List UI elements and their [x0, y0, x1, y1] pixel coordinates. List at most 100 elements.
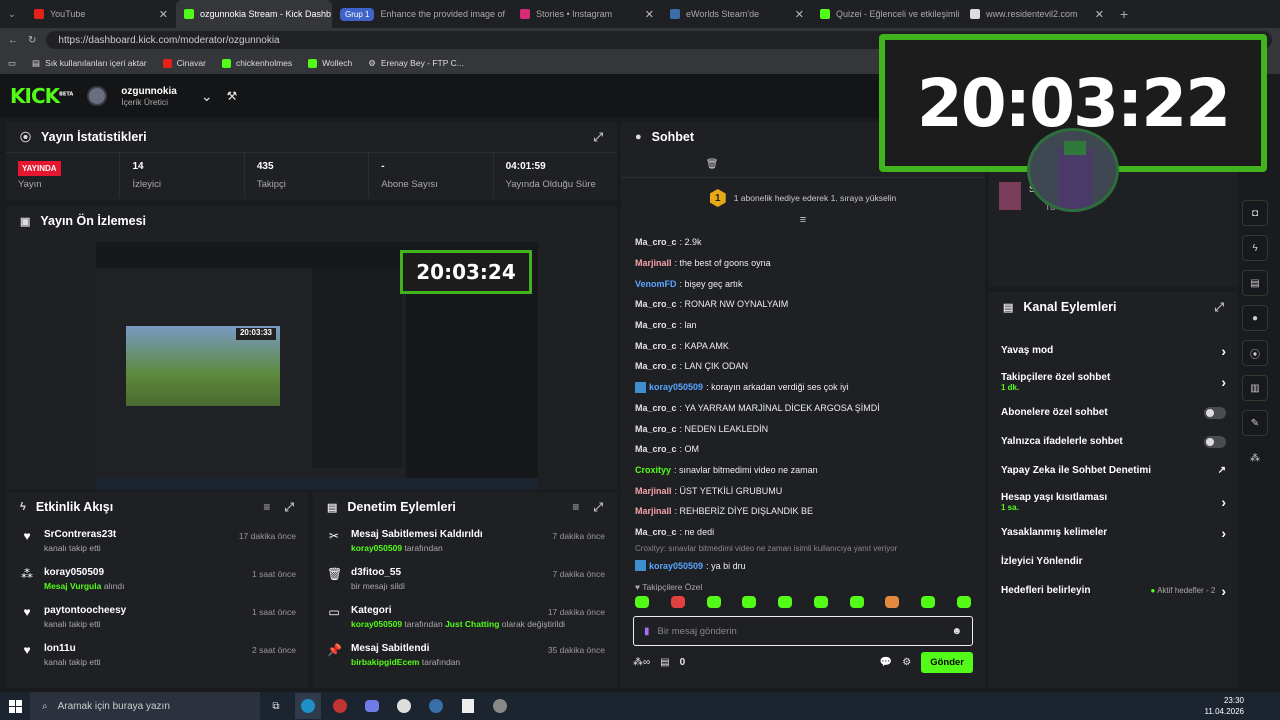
chat-message[interactable]: Ma_cro_c: ne dedi — [621, 522, 985, 543]
chat-username[interactable]: Ma_cro_c — [635, 527, 677, 537]
chat-username[interactable]: Marjinall — [635, 258, 672, 268]
action-emotes-only[interactable]: Yalnızca ifadelerle sohbet — [989, 427, 1238, 456]
emote-icon[interactable] — [813, 596, 828, 608]
back-icon[interactable]: ← — [8, 35, 18, 46]
bookmark-wollech[interactable]: Wollech — [308, 58, 352, 68]
stream-preview[interactable]: 20:03:33 20:03:24 — [96, 242, 538, 490]
chat-bubble-icon[interactable]: 💬 — [880, 657, 892, 668]
gift-notice[interactable]: 1 1 abonelik hediye ederek 1. sıraya yük… — [621, 182, 985, 214]
system-clock[interactable]: 23:30 11.04.2026 — [1205, 695, 1244, 717]
tab-instagram[interactable]: Stories • Instagram ✕ — [512, 0, 662, 28]
tab-youtube[interactable]: YouTube ✕ — [26, 0, 176, 28]
reload-icon[interactable]: ↻ — [28, 35, 36, 46]
chat-message[interactable]: Ma_cro_c: 2.9k — [621, 232, 985, 253]
channel-avatar[interactable] — [87, 86, 108, 106]
steam-icon[interactable] — [423, 693, 449, 719]
chat-username[interactable]: koray050509 — [649, 382, 703, 392]
chat-message[interactable]: Ma_cro_c: RONAR NW OYNALYAIM — [621, 294, 985, 315]
popout-icon[interactable]: ⤢ — [1214, 300, 1224, 315]
gear-icon[interactable]: ⚙ — [902, 657, 911, 668]
emote-icon[interactable] — [956, 596, 971, 608]
tab-residentevil[interactable]: www.residentevil2.com ✕ — [962, 0, 1112, 28]
popout-icon[interactable]: ⤢ — [284, 500, 294, 515]
emote-icon[interactable] — [921, 596, 936, 608]
chat-input[interactable]: ▮ Bir mesaj gönderin ☻ — [633, 616, 973, 646]
chat-username[interactable]: Ma_cro_c — [635, 403, 677, 413]
reply-reference[interactable]: Croxityy: sınavlar bitmedimi video ne za… — [621, 542, 985, 555]
action-slow-mode[interactable]: Yavaş mod › — [989, 336, 1238, 365]
chat-username[interactable]: Marjinall — [635, 506, 672, 516]
user-thumb[interactable] — [999, 182, 1021, 210]
chat-message[interactable]: Ma_cro_c: OM — [621, 439, 985, 460]
bolt-icon[interactable]: ϟ — [1242, 235, 1268, 261]
chat-username[interactable]: Croxityy — [635, 465, 671, 475]
close-icon[interactable]: ✕ — [795, 8, 804, 21]
sliders-icon[interactable]: ▥ — [1242, 375, 1268, 401]
action-account-age[interactable]: Hesap yaşı kısıtlaması 1 sa. › — [989, 485, 1238, 518]
app-icon[interactable] — [327, 693, 353, 719]
toggle-switch[interactable] — [1204, 406, 1226, 419]
action-subs-only[interactable]: Abonelere özel sohbet — [989, 398, 1238, 427]
tab-list-button[interactable]: ⌄ — [0, 0, 26, 28]
chat-username[interactable]: Ma_cro_c — [635, 320, 677, 330]
bookmark-cinavar[interactable]: Cinavar — [162, 58, 206, 68]
chat-username[interactable]: Ma_cro_c — [635, 237, 677, 247]
chat-username[interactable]: koray050509 — [649, 561, 703, 571]
chat-username[interactable]: Marjinall — [635, 486, 672, 496]
chat-message[interactable]: Ma_cro_c: NEDEN LEAKLEDİN — [621, 418, 985, 439]
chat-username[interactable]: Ma_cro_c — [635, 444, 677, 454]
tab-group-badge[interactable]: Grup 1 — [340, 7, 375, 21]
filter-icon[interactable]: ≡ — [263, 500, 270, 515]
modlog-user[interactable]: koray050509 — [351, 619, 402, 629]
popout-icon[interactable]: ⤢ — [593, 500, 603, 515]
trash-icon[interactable]: 🗑 — [706, 159, 719, 170]
hammer-icon[interactable]: ⚒ — [227, 89, 238, 103]
chat-message[interactable]: koray050509: korayın arkadan verdiği ses… — [621, 377, 985, 398]
app-icon[interactable] — [487, 693, 513, 719]
kick-logo[interactable]: KICKBETA — [10, 84, 73, 108]
filter-icon[interactable]: ≡ — [572, 500, 579, 515]
inbox-icon[interactable]: ▤ — [660, 657, 669, 668]
action-goals[interactable]: Hedefleri belirleyin ● Aktif hedefler - 2… — [989, 576, 1238, 605]
activity-item[interactable]: ♥ paytontoocheesy kanalı takip etti 1 saat … — [6, 598, 308, 636]
windows-start-icon[interactable] — [0, 692, 30, 720]
chat-username[interactable]: Ma_cro_c — [635, 299, 677, 309]
action-banned-words[interactable]: Yasaklanmış kelimeler › — [989, 518, 1238, 547]
sidebar-icon[interactable]: ▭ — [8, 58, 16, 69]
toggle-switch[interactable] — [1204, 435, 1226, 448]
chat-username[interactable]: Ma_cro_c — [635, 424, 677, 434]
emote-icon[interactable] — [885, 596, 900, 608]
modlog-user[interactable]: koray050509 — [351, 543, 402, 553]
popout-icon[interactable]: ⤢ — [593, 130, 603, 145]
task-view-icon[interactable]: ⧉ — [263, 693, 289, 719]
channel-switcher[interactable]: ozgunnokia İçerik Üretici — [121, 86, 177, 107]
new-tab-button[interactable]: + — [1112, 0, 1136, 28]
emote-icon[interactable] — [670, 596, 685, 608]
chat-message[interactable]: Croxityy: sınavlar bitmedimi video ne za… — [621, 460, 985, 481]
chat-message[interactable]: Marjinall: the best of goons oyna — [621, 253, 985, 274]
action-redirect[interactable]: İzleyici Yönlendir — [989, 547, 1238, 576]
edge-icon[interactable] — [295, 693, 321, 719]
camera-icon[interactable]: ◘ — [1242, 200, 1268, 226]
chat-icon[interactable]: ● — [1242, 305, 1268, 331]
emote-icon[interactable] — [742, 596, 757, 608]
modlog-item[interactable]: 🗑 d3fitoo_55 bir mesajı sildi 7 dakika önce — [313, 560, 617, 598]
clipboard-icon[interactable]: ▤ — [1242, 270, 1268, 296]
chevron-down-icon[interactable]: ⌄ — [201, 88, 213, 105]
send-button[interactable]: Gönder — [921, 652, 973, 673]
chat-username[interactable]: VenomFD — [635, 279, 677, 289]
activity-item[interactable]: ⁂ koray050509 Mesaj Vurgula alındı 1 saat ö… — [6, 560, 308, 598]
discord-icon[interactable] — [359, 693, 385, 719]
chat-message[interactable]: Ma_cro_c: lan — [621, 315, 985, 336]
emote-icon[interactable] — [706, 596, 721, 608]
tab-quizei[interactable]: Quizei - Eğlenceli ve etkileşimli✕ — [812, 0, 962, 28]
epic-icon[interactable] — [455, 693, 481, 719]
emote-icon[interactable] — [635, 596, 649, 608]
wrench-icon[interactable]: ✎ — [1242, 410, 1268, 436]
emote-icon[interactable] — [849, 596, 864, 608]
close-icon[interactable]: ✕ — [159, 8, 168, 21]
emote-icon[interactable] — [778, 596, 793, 608]
modlog-user[interactable]: birbakipgidEcem — [351, 657, 420, 667]
close-icon[interactable]: ✕ — [1095, 8, 1104, 21]
chat-username[interactable]: Ma_cro_c — [635, 341, 677, 351]
